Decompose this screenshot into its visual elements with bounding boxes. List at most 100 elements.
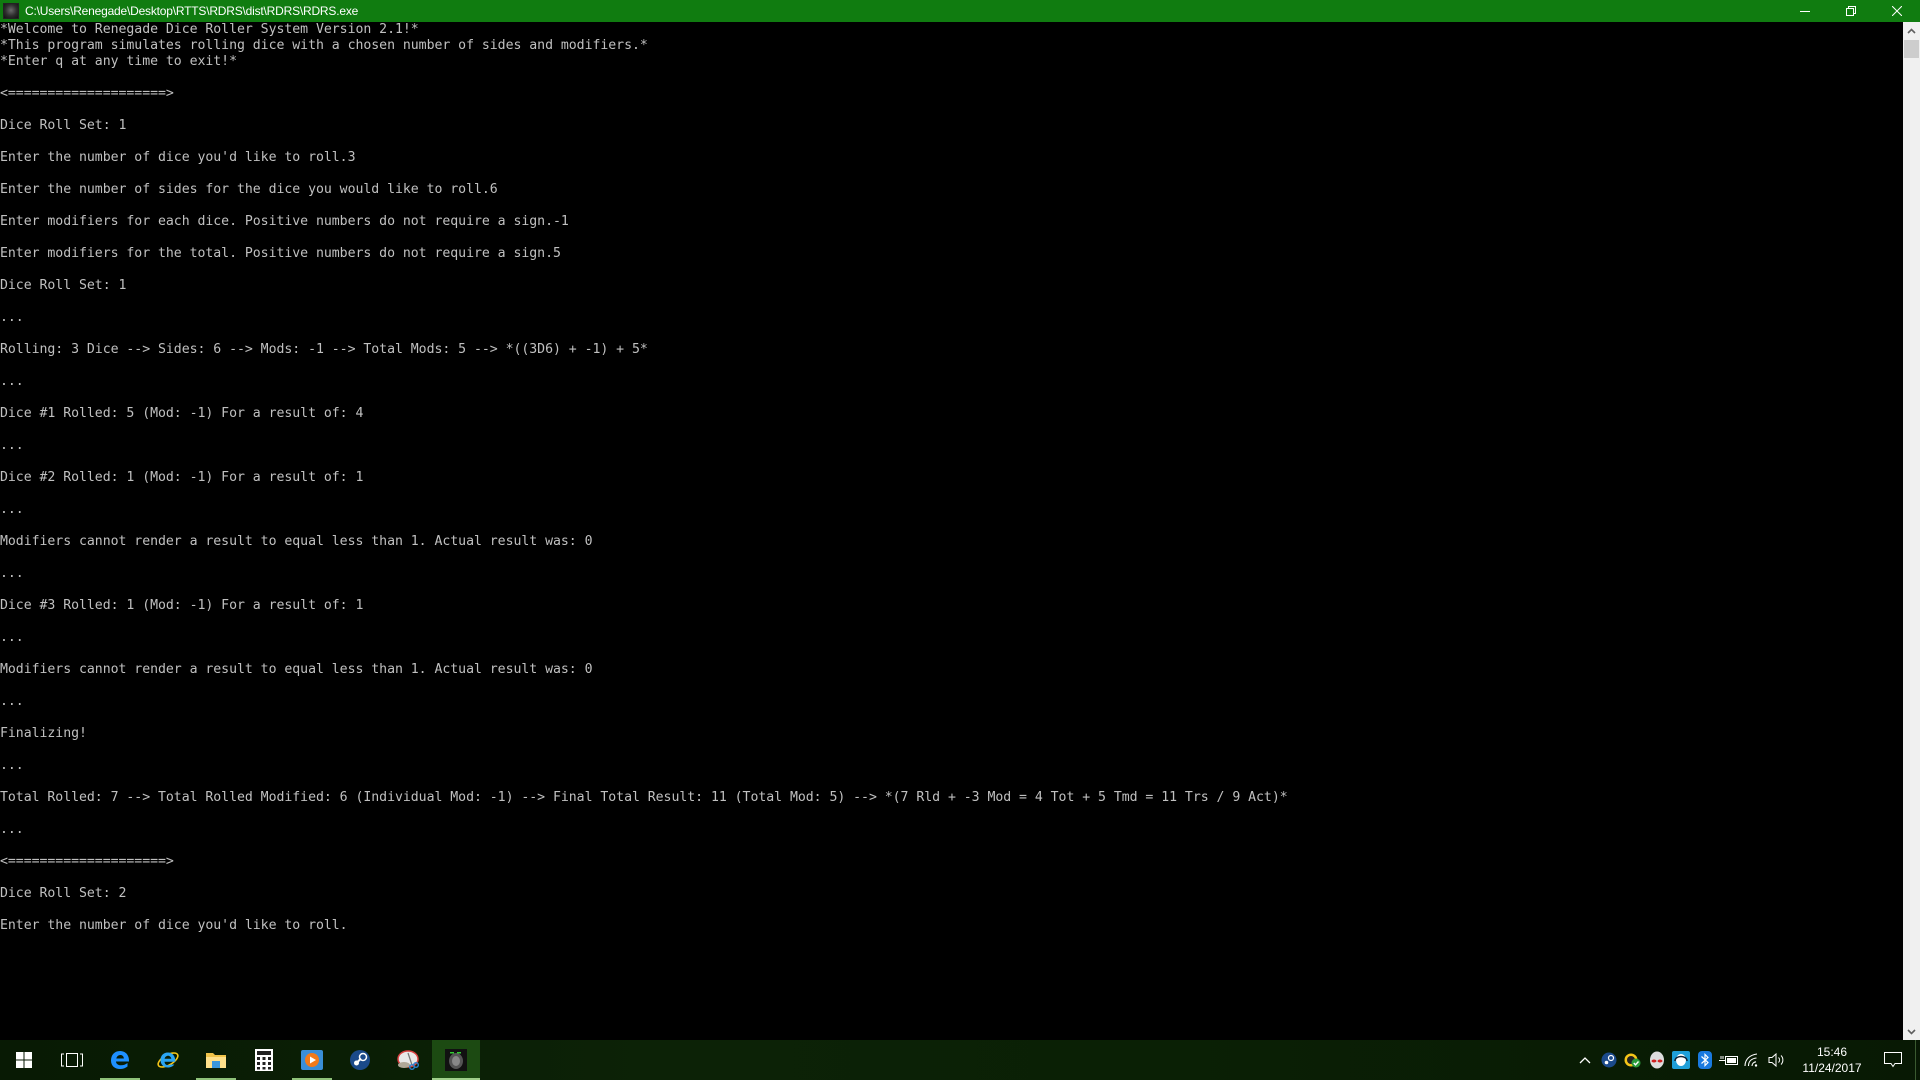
battery-icon bbox=[1719, 1056, 1738, 1065]
console-line: *This program simulates rolling dice wit… bbox=[0, 38, 648, 53]
console-line: ... bbox=[0, 374, 24, 389]
console-line: Enter modifiers for each dice. Positive … bbox=[0, 214, 569, 229]
folder-icon bbox=[206, 1053, 226, 1068]
taskbar: 15:46 11/24/2017 bbox=[0, 1040, 1920, 1080]
alienware-headset-tray-icon bbox=[1672, 1051, 1690, 1069]
clock-time: 15:46 bbox=[1816, 1045, 1848, 1059]
taskbar-snipping-tool[interactable] bbox=[384, 1040, 432, 1080]
media-player-icon bbox=[301, 1050, 323, 1070]
rdrs-app-icon[interactable] bbox=[3, 3, 19, 19]
taskbar-clock[interactable]: 15:46 11/24/2017 bbox=[1793, 1040, 1871, 1080]
console-line: Modifiers cannot render a result to equa… bbox=[0, 662, 593, 677]
taskbar-calculator[interactable] bbox=[240, 1040, 288, 1080]
console-output[interactable]: *Welcome to Renegade Dice Roller System … bbox=[0, 22, 1903, 1040]
alienware-headset-tray-button[interactable] bbox=[1669, 1040, 1693, 1080]
console-line: Enter modifiers for the total. Positive … bbox=[0, 246, 561, 261]
volume-tray-button[interactable] bbox=[1765, 1040, 1789, 1080]
bluetooth-icon bbox=[1698, 1051, 1712, 1069]
system-tray: 15:46 11/24/2017 bbox=[1573, 1040, 1920, 1080]
console-line: Enter the number of dice you'd like to r… bbox=[0, 150, 356, 165]
taskbar-edge[interactable] bbox=[96, 1040, 144, 1080]
windows-logo-icon bbox=[16, 1052, 32, 1068]
steam-icon bbox=[350, 1050, 370, 1070]
restore-button[interactable] bbox=[1828, 0, 1874, 22]
scroll-thumb[interactable] bbox=[1904, 40, 1919, 58]
task-view-icon bbox=[61, 1053, 83, 1067]
alienware-tray-icon bbox=[1650, 1051, 1664, 1069]
task-view-button[interactable] bbox=[48, 1040, 96, 1080]
console-line: Enter the number of sides for the dice y… bbox=[0, 182, 498, 197]
taskbar-media-player[interactable] bbox=[288, 1040, 336, 1080]
battery-tray-button[interactable] bbox=[1717, 1040, 1741, 1080]
console-line: Dice #1 Rolled: 5 (Mod: -1) For a result… bbox=[0, 406, 364, 421]
console-line: <====================> bbox=[0, 854, 174, 869]
console-line: Dice #2 Rolled: 1 (Mod: -1) For a result… bbox=[0, 470, 364, 485]
console-line: ... bbox=[0, 758, 24, 773]
minimize-button[interactable] bbox=[1782, 0, 1828, 22]
console-line: Total Rolled: 7 --> Total Rolled Modifie… bbox=[0, 790, 1288, 805]
console-line: Dice Roll Set: 1 bbox=[0, 118, 127, 133]
taskbar-internet-explorer[interactable] bbox=[144, 1040, 192, 1080]
alienware-tray-button[interactable] bbox=[1645, 1040, 1669, 1080]
scroll-up-button[interactable] bbox=[1903, 22, 1920, 39]
scroll-down-button[interactable] bbox=[1903, 1023, 1920, 1040]
console-line: Modifiers cannot render a result to equa… bbox=[0, 534, 593, 549]
console-line: Finalizing! bbox=[0, 726, 87, 741]
console-line: *Enter q at any time to exit!* bbox=[0, 54, 237, 69]
window-title: C:\Users\Renegade\Desktop\RTTS\RDRS\dist… bbox=[25, 4, 359, 18]
console-line: Rolling: 3 Dice --> Sides: 6 --> Mods: -… bbox=[0, 342, 648, 357]
bluetooth-tray-button[interactable] bbox=[1693, 1040, 1717, 1080]
chevron-down-icon bbox=[1907, 1028, 1916, 1035]
taskbar-rdrs[interactable] bbox=[432, 1040, 480, 1080]
steam-tray-button[interactable] bbox=[1597, 1040, 1621, 1080]
console-line: *Welcome to Renegade Dice Roller System … bbox=[0, 22, 419, 37]
chevron-up-icon bbox=[1907, 27, 1916, 34]
restore-icon bbox=[1846, 6, 1856, 16]
console-line: Dice #3 Rolled: 1 (Mod: -1) For a result… bbox=[0, 598, 364, 613]
edge-icon bbox=[111, 1051, 130, 1069]
start-button[interactable] bbox=[0, 1040, 48, 1080]
console-line: ... bbox=[0, 566, 24, 581]
console-line: ... bbox=[0, 630, 24, 645]
console-line: ... bbox=[0, 822, 24, 837]
console-line: Dice Roll Set: 1 bbox=[0, 278, 127, 293]
console-scrollbar[interactable] bbox=[1903, 22, 1920, 1040]
steam-tray-icon bbox=[1601, 1052, 1617, 1068]
window-titlebar[interactable]: C:\Users\Renegade\Desktop\RTTS\RDRS\dist… bbox=[0, 0, 1920, 22]
taskbar-file-explorer[interactable] bbox=[192, 1040, 240, 1080]
show-hidden-icons-button[interactable] bbox=[1573, 1040, 1597, 1080]
window-controls bbox=[1782, 0, 1920, 22]
snipping-tool-icon bbox=[397, 1050, 420, 1070]
show-desktop-button[interactable] bbox=[1915, 1040, 1920, 1080]
taskbar-steam[interactable] bbox=[336, 1040, 384, 1080]
console-line: <====================> bbox=[0, 86, 174, 101]
minimize-icon bbox=[1800, 11, 1810, 12]
calculator-icon bbox=[255, 1049, 273, 1071]
close-button[interactable] bbox=[1874, 0, 1920, 22]
wifi-tray-button[interactable] bbox=[1741, 1040, 1765, 1080]
norton-tray-button[interactable] bbox=[1621, 1040, 1645, 1080]
action-center-button[interactable] bbox=[1871, 1040, 1915, 1080]
